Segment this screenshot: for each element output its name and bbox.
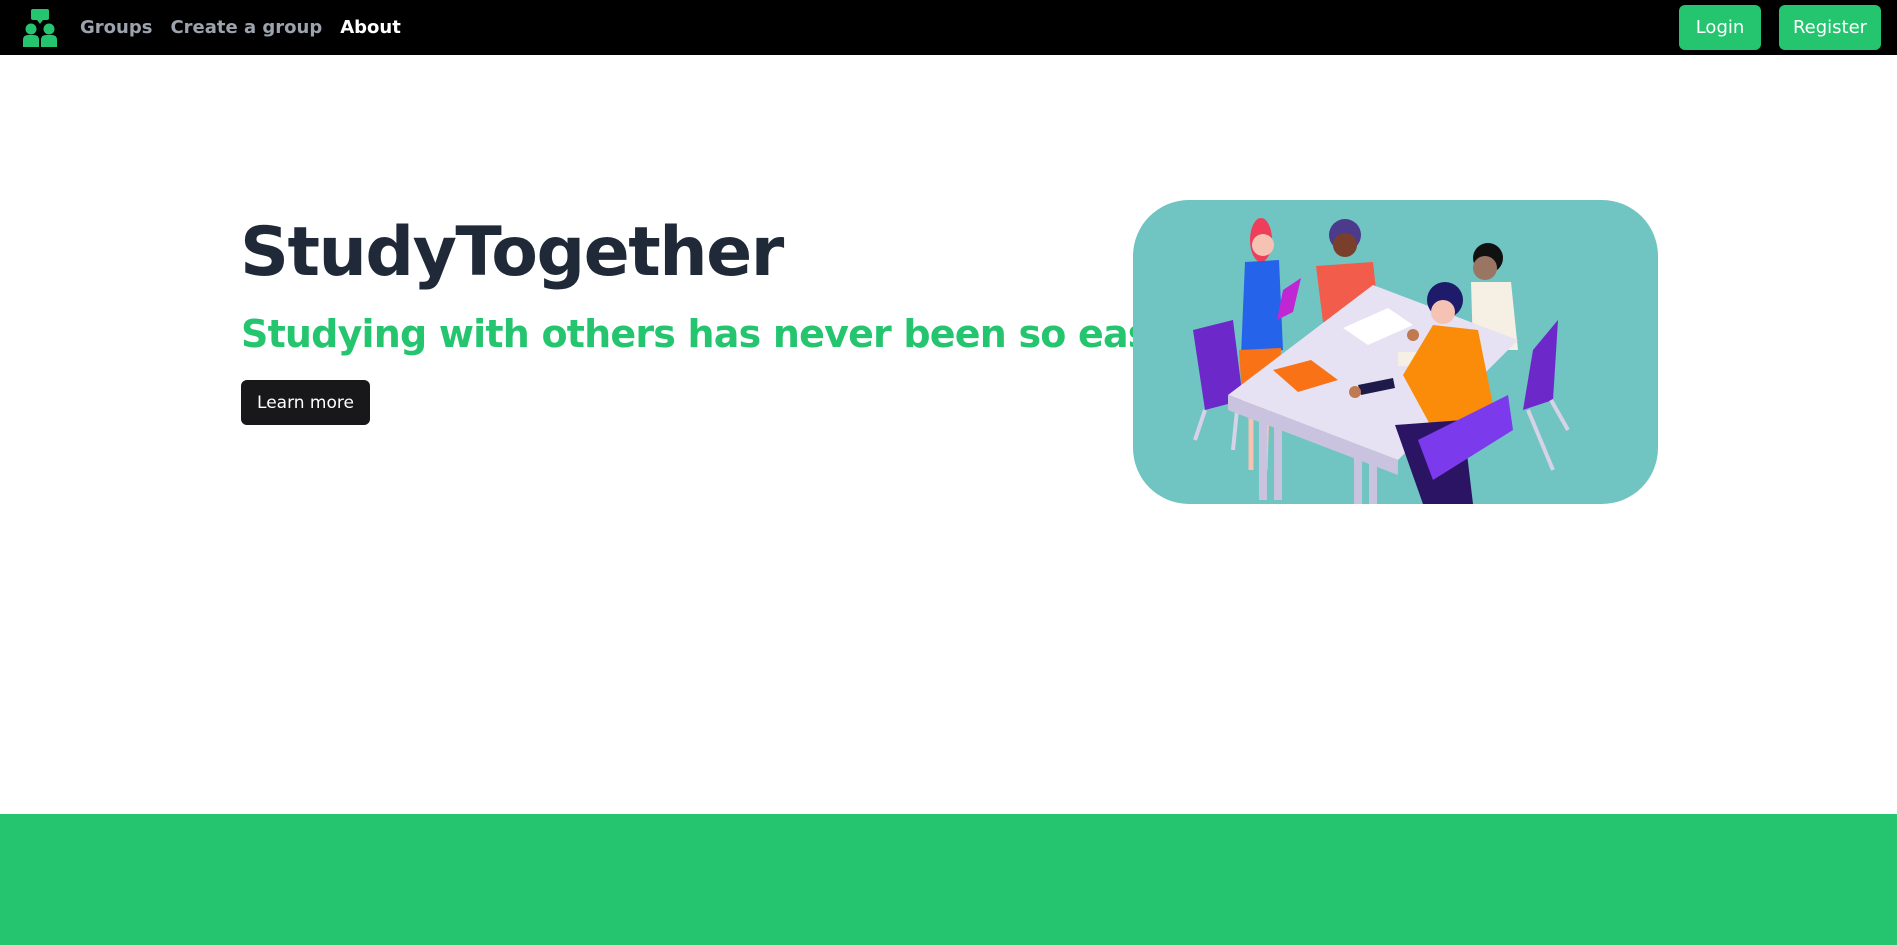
hero-subtitle: Studying with others has never been so e…	[241, 312, 1191, 356]
footer-band	[0, 814, 1897, 945]
nav-link-groups[interactable]: Groups	[80, 17, 152, 38]
top-navbar: Groups Create a group About Login Regist…	[0, 0, 1897, 55]
nav-link-create-group[interactable]: Create a group	[170, 17, 322, 38]
auth-buttons: Login Register	[1679, 5, 1881, 50]
group-study-table-illustration	[1133, 200, 1658, 504]
learn-more-button[interactable]: Learn more	[241, 380, 370, 425]
register-button[interactable]: Register	[1779, 5, 1881, 50]
people-chat-logo-icon[interactable]	[22, 8, 58, 47]
hero-title: StudyTogether	[240, 213, 784, 292]
login-button[interactable]: Login	[1679, 5, 1761, 50]
nav-link-about[interactable]: About	[340, 17, 401, 38]
